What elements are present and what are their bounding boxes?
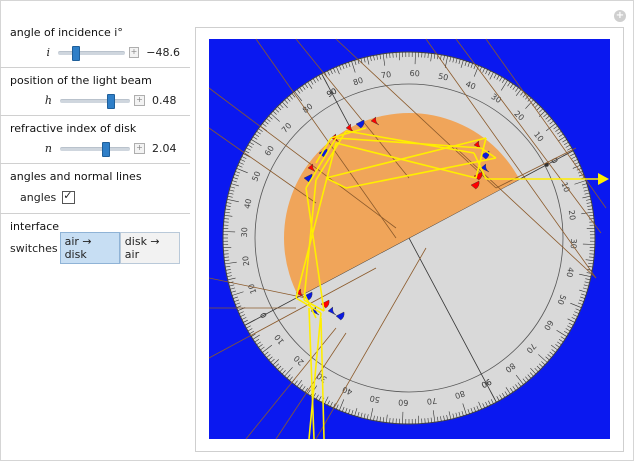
incidence-plus-button[interactable]: + <box>128 46 140 58</box>
control-panel: angle of incidence i° i + −48.6 position… <box>0 20 190 265</box>
incidence-section: angle of incidence i° i + −48.6 <box>0 20 190 68</box>
refraction-scene: 0102030405060708090908070605040302010001… <box>208 38 610 440</box>
angles-title: angles and normal lines <box>10 170 142 183</box>
angles-checkbox-label: angles <box>20 190 57 204</box>
graphics-frame: 0102030405060708090908070605040302010001… <box>195 27 624 452</box>
index-value: 2.04 <box>152 141 177 155</box>
protractor-label: 20 <box>241 255 251 266</box>
protractor-label: 30 <box>240 227 249 237</box>
protractor-label: 70 <box>426 396 437 406</box>
protractor-label: 60 <box>398 398 408 407</box>
angles-section: angles and normal lines angles <box>0 164 190 214</box>
protractor-label: 20 <box>567 209 577 220</box>
position-title: position of the light beam <box>10 74 152 87</box>
protractor-label: 60 <box>409 69 419 78</box>
index-var: n <box>44 141 52 155</box>
interface-section: interface switches air → disk disk → air <box>0 214 190 265</box>
index-plus-button[interactable]: + <box>134 142 145 154</box>
air-to-disk-button[interactable]: air → disk <box>59 232 120 264</box>
incidence-slider[interactable] <box>58 45 125 61</box>
index-section: refractive index of disk n + 2.04 <box>0 116 190 164</box>
position-slider[interactable] <box>60 93 130 109</box>
index-slider[interactable] <box>60 141 130 157</box>
protractor-label: 70 <box>380 70 391 80</box>
switches-label: switches <box>10 241 58 255</box>
index-title: refractive index of disk <box>10 122 137 135</box>
position-plus-button[interactable]: + <box>134 94 145 106</box>
position-section: position of the light beam h + 0.48 <box>0 68 190 116</box>
incidence-title: angle of incidence i° <box>10 26 123 39</box>
position-var: h <box>44 93 52 107</box>
position-value: 0.48 <box>152 93 177 107</box>
incidence-var: i <box>46 45 51 59</box>
protractor-label: 30 <box>569 238 578 248</box>
disk-to-air-button[interactable]: disk → air <box>119 232 181 264</box>
angles-checkbox[interactable] <box>62 189 76 204</box>
incidence-value: −48.6 <box>146 45 180 59</box>
expand-icon[interactable]: + <box>614 10 626 22</box>
